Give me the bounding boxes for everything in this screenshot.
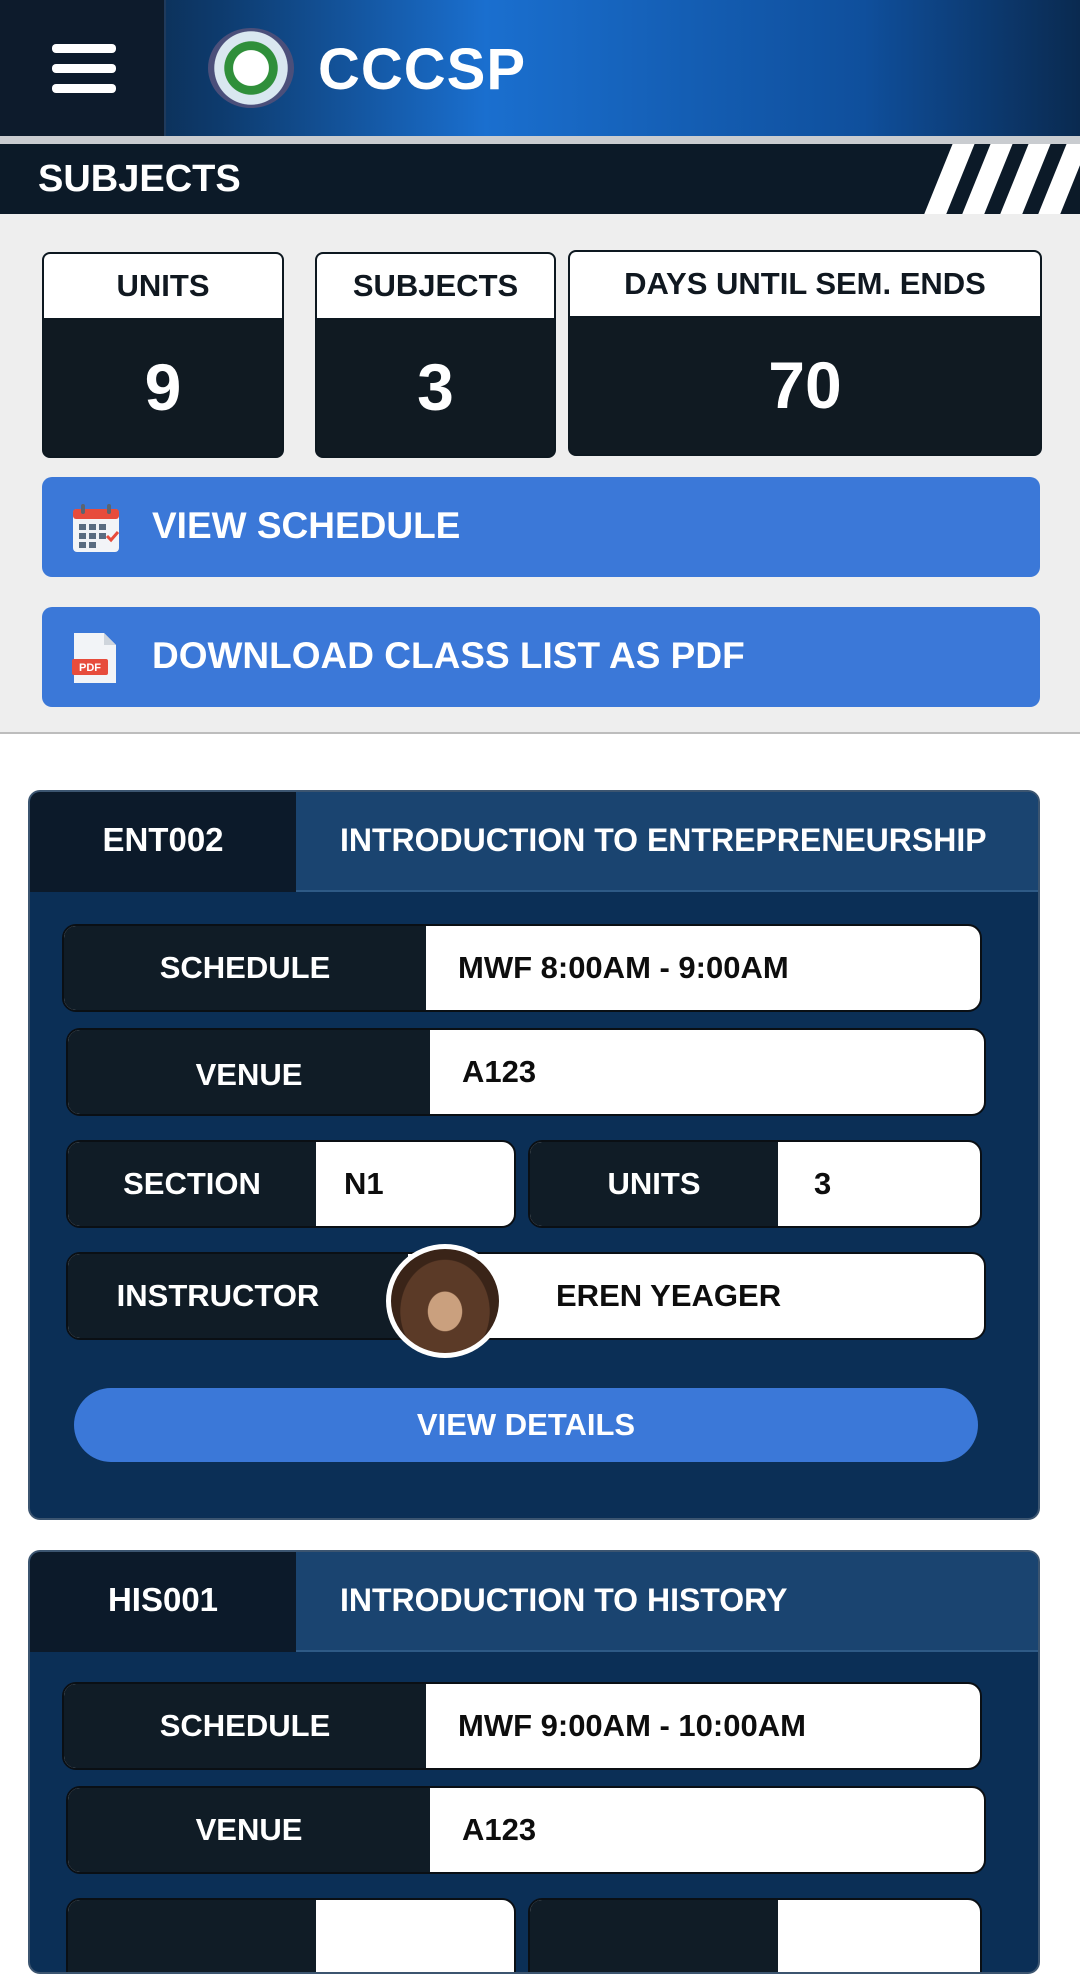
hamburger-icon-bar <box>52 84 116 93</box>
units-stat-card: UNITS 9 <box>42 252 284 458</box>
hamburger-icon-bar <box>52 64 116 73</box>
section-row: SECTION N1 <box>66 1140 516 1228</box>
venue-row: VENUE A123 <box>66 1786 986 1874</box>
college-logo <box>208 28 294 108</box>
view-details-button[interactable]: VIEW DETAILS <box>74 1388 978 1462</box>
stat-label: SUBJECTS <box>317 254 554 320</box>
download-pdf-button[interactable]: PDF DOWNLOAD CLASS LIST AS PDF <box>42 607 1040 707</box>
subject-card: HIS001 INTRODUCTION TO HISTORY SCHEDULE … <box>28 1550 1040 1974</box>
schedule-label: SCHEDULE <box>64 926 426 1010</box>
subject-code: ENT002 <box>30 792 296 892</box>
venue-label: VENUE <box>68 1030 430 1114</box>
units-row <box>528 1898 982 1972</box>
svg-text:PDF: PDF <box>79 662 101 674</box>
section-title: SUBJECTS <box>38 158 241 200</box>
hamburger-icon <box>52 44 116 53</box>
venue-value: A123 <box>462 1054 537 1089</box>
app-title: CCCSP <box>318 37 527 102</box>
instructor-avatar <box>386 1244 504 1358</box>
stat-value: 70 <box>768 348 842 422</box>
venue-value: A123 <box>462 1812 537 1847</box>
section-label: SECTION <box>68 1142 316 1226</box>
venue-label: VENUE <box>68 1788 430 1872</box>
schedule-row: SCHEDULE MWF 8:00AM - 9:00AM <box>62 924 982 1012</box>
subject-card: ENT002 INTRODUCTION TO ENTREPRENEURSHIP … <box>28 790 1040 1520</box>
download-pdf-label: DOWNLOAD CLASS LIST AS PDF <box>152 635 745 676</box>
section-label <box>68 1900 316 1972</box>
schedule-label: SCHEDULE <box>64 1684 426 1768</box>
units-label <box>530 1900 778 1972</box>
units-row: UNITS 3 <box>528 1140 982 1228</box>
section-value: N1 <box>344 1166 384 1201</box>
instructor-label: INSTRUCTOR <box>68 1254 408 1338</box>
view-schedule-button[interactable]: VIEW SCHEDULE <box>42 477 1040 577</box>
app-header: CCCSP <box>0 0 1080 136</box>
venue-row: VENUE A123 <box>66 1028 986 1116</box>
subject-card-header: ENT002 INTRODUCTION TO ENTREPRENEURSHIP <box>30 792 1038 892</box>
schedule-row: SCHEDULE MWF 9:00AM - 10:00AM <box>62 1682 982 1770</box>
schedule-value: MWF 9:00AM - 10:00AM <box>458 1708 806 1743</box>
pdf-icon: PDF <box>72 633 116 683</box>
calendar-icon <box>73 504 120 552</box>
view-schedule-label: VIEW SCHEDULE <box>152 505 461 546</box>
section-row <box>66 1898 516 1972</box>
subject-card-header: HIS001 INTRODUCTION TO HISTORY <box>30 1552 1038 1652</box>
header-divider <box>0 136 1080 144</box>
section-header: SUBJECTS <box>0 144 1080 214</box>
days-remaining-stat-card: DAYS UNTIL SEM. ENDS 70 <box>568 250 1042 456</box>
decorative-stripes <box>910 144 1080 214</box>
summary-panel: UNITS 9 SUBJECTS 3 DAYS UNTIL SEM. ENDS … <box>0 214 1080 734</box>
schedule-value: MWF 8:00AM - 9:00AM <box>458 950 789 985</box>
stat-value: 9 <box>144 350 182 424</box>
units-value: 3 <box>814 1166 832 1201</box>
stat-value: 3 <box>417 350 454 424</box>
stat-label: DAYS UNTIL SEM. ENDS <box>570 252 1040 318</box>
subject-code: HIS001 <box>30 1552 296 1652</box>
subject-title: INTRODUCTION TO HISTORY <box>340 1582 788 1618</box>
subjects-stat-card: SUBJECTS 3 <box>315 252 556 458</box>
subject-title: INTRODUCTION TO ENTREPRENEURSHIP <box>340 822 987 858</box>
instructor-name: EREN YEAGER <box>556 1278 782 1313</box>
instructor-row: INSTRUCTOR EREN YEAGER <box>66 1252 986 1340</box>
menu-button[interactable] <box>0 0 166 136</box>
stat-label: UNITS <box>44 254 282 320</box>
units-label: UNITS <box>530 1142 778 1226</box>
